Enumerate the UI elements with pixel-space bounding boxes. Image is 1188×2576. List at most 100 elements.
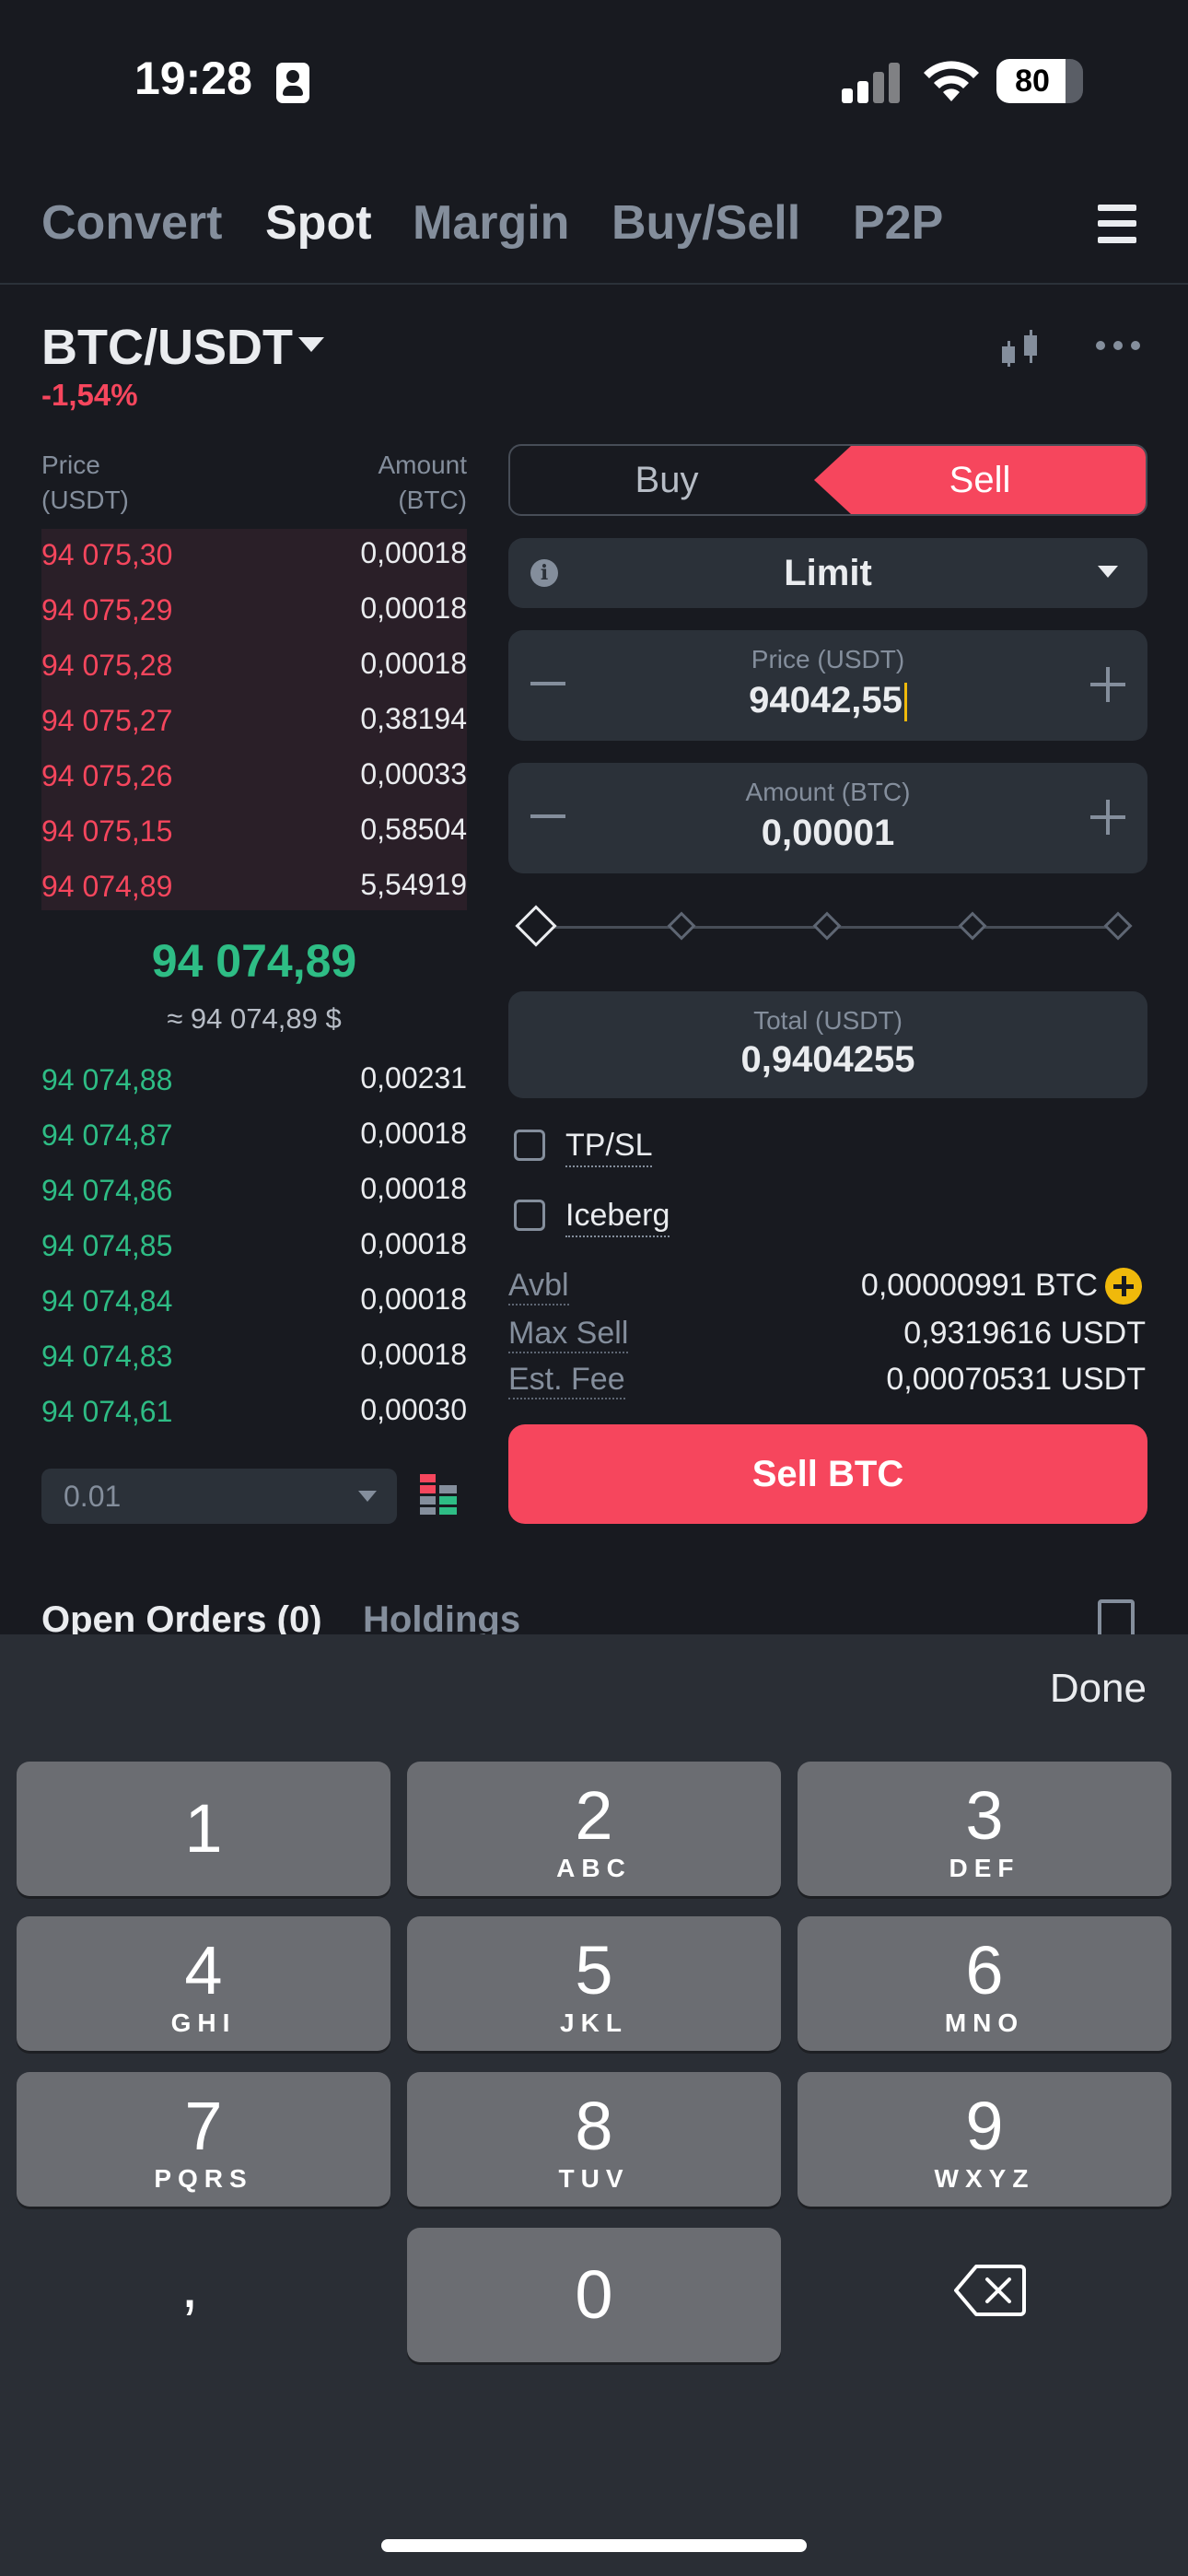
- plus-icon[interactable]: [1090, 800, 1125, 835]
- wifi-icon: [924, 61, 979, 101]
- order-type-select[interactable]: i Limit: [508, 538, 1147, 608]
- ask-amount: 0,00018: [360, 536, 467, 569]
- ask-row[interactable]: 94 074,89 5,54919: [41, 861, 467, 916]
- iceberg-label[interactable]: Iceberg: [565, 1198, 670, 1237]
- bid-amount: 0,00018: [360, 1117, 467, 1150]
- more-options-icon[interactable]: [1096, 341, 1140, 350]
- key-digit: 7: [184, 2088, 223, 2164]
- ask-amount: 0,58504: [360, 813, 467, 846]
- bid-amount: 0,00231: [360, 1061, 467, 1095]
- ask-amount: 0,00018: [360, 591, 467, 625]
- backspace-icon[interactable]: [954, 2263, 1026, 2318]
- price-input[interactable]: Price (USDT) 94042,55: [508, 630, 1147, 741]
- price-label: Price (USDT): [751, 645, 905, 673]
- bid-row[interactable]: 94 074,88 0,00231: [41, 1054, 467, 1109]
- ask-row[interactable]: 94 075,27 0,38194: [41, 695, 467, 750]
- key-9[interactable]: 9 WXYZ: [798, 2072, 1171, 2207]
- slider-step-75[interactable]: [958, 911, 987, 941]
- sell-btc-button[interactable]: Sell BTC: [508, 1424, 1147, 1524]
- key-letters: GHI: [170, 2008, 237, 2037]
- slider-handle[interactable]: [515, 905, 557, 947]
- last-price-usd: ≈ 94 074,89 $: [167, 1002, 342, 1035]
- amount-column-header: Amount (BTC): [378, 451, 468, 514]
- key-digit: 5: [575, 1932, 613, 2008]
- bid-price: 94 074,84: [41, 1284, 173, 1317]
- price-value: 94042,55: [749, 680, 903, 720]
- key-5[interactable]: 5 JKL: [407, 1916, 781, 2051]
- key-4[interactable]: 4 GHI: [17, 1916, 390, 2051]
- avbl-value: 0,00000991 BTC: [860, 1268, 1098, 1303]
- ask-row[interactable]: 94 075,28 0,00018: [41, 639, 467, 695]
- key-digit: 0: [575, 2256, 613, 2333]
- tab-p2p[interactable]: P2P: [853, 195, 943, 251]
- key-letters: JKL: [560, 2008, 628, 2037]
- ask-price: 94 074,89: [41, 870, 173, 903]
- bid-row[interactable]: 94 074,83 0,00018: [41, 1330, 467, 1386]
- ask-row[interactable]: 94 075,30 0,00018: [41, 529, 467, 584]
- bid-row[interactable]: 94 074,61 0,00030: [41, 1386, 467, 1441]
- key-digit: 9: [965, 2088, 1004, 2164]
- tab-margin[interactable]: Margin: [413, 195, 569, 251]
- slider-step-100[interactable]: [1103, 911, 1133, 941]
- total-value: 0,9404255: [740, 1039, 915, 1080]
- nav-divider: [0, 283, 1188, 285]
- key-2[interactable]: 2 ABC: [407, 1762, 781, 1896]
- slider-step-50[interactable]: [812, 911, 842, 941]
- precision-select[interactable]: 0.01: [41, 1469, 397, 1524]
- ask-price: 94 075,29: [41, 593, 173, 626]
- key-comma[interactable]: ,: [98, 2248, 282, 2322]
- ask-row[interactable]: 94 075,29 0,00018: [41, 584, 467, 639]
- tab-buy-sell[interactable]: Buy/Sell: [611, 195, 800, 251]
- pair-selector[interactable]: BTC/USDT: [41, 319, 293, 376]
- contact-card-icon: [276, 63, 309, 103]
- total-input[interactable]: Total (USDT) 0,9404255: [508, 991, 1147, 1098]
- key-digit: 1: [184, 1790, 223, 1867]
- max-sell-value: 0,9319616 USDT: [903, 1316, 1146, 1351]
- bid-amount: 0,00030: [360, 1393, 467, 1426]
- ask-row[interactable]: 94 075,15 0,58504: [41, 805, 467, 861]
- price-column-header: Price (USDT): [41, 451, 129, 514]
- plus-icon[interactable]: [1090, 667, 1125, 702]
- last-price: 94 074,89: [151, 935, 357, 987]
- bid-row[interactable]: 94 074,87 0,00018: [41, 1109, 467, 1165]
- bid-row[interactable]: 94 074,84 0,00018: [41, 1275, 467, 1330]
- sell-tab[interactable]: Sell: [814, 446, 1146, 514]
- ask-price: 94 075,28: [41, 649, 173, 682]
- home-indicator[interactable]: [381, 2539, 807, 2552]
- buy-tab[interactable]: Buy: [510, 446, 823, 514]
- hamburger-menu-icon[interactable]: [1098, 205, 1136, 243]
- price-change: -1,54%: [41, 378, 138, 412]
- key-7[interactable]: 7 PQRS: [17, 2072, 390, 2207]
- tab-convert[interactable]: Convert: [41, 195, 222, 251]
- bid-row[interactable]: 94 074,86 0,00018: [41, 1165, 467, 1220]
- key-6[interactable]: 6 MNO: [798, 1916, 1171, 2051]
- chevron-down-icon: [358, 1491, 377, 1502]
- iceberg-checkbox[interactable]: [514, 1200, 545, 1231]
- bid-row[interactable]: 94 074,85 0,00018: [41, 1220, 467, 1275]
- key-3[interactable]: 3 DEF: [798, 1762, 1171, 1896]
- bid-price: 94 074,83: [41, 1340, 173, 1373]
- slider-step-25[interactable]: [667, 911, 696, 941]
- key-letters: MNO: [944, 2008, 1025, 2037]
- est-fee-label: Est. Fee: [508, 1362, 625, 1399]
- tpsl-checkbox[interactable]: [514, 1130, 545, 1161]
- tpsl-label[interactable]: TP/SL: [565, 1128, 653, 1167]
- add-funds-icon[interactable]: [1105, 1268, 1142, 1305]
- key-1[interactable]: 1: [17, 1762, 390, 1896]
- tab-spot[interactable]: Spot: [265, 195, 372, 251]
- orderbook-layout-icon[interactable]: [420, 1474, 457, 1515]
- amount-input[interactable]: Amount (BTC) 0,00001: [508, 763, 1147, 873]
- key-digit: 4: [184, 1932, 223, 2008]
- ask-row[interactable]: 94 075,26 0,00033: [41, 750, 467, 805]
- key-0[interactable]: 0: [407, 2228, 781, 2362]
- key-letters: DEF: [949, 1854, 1020, 1882]
- key-digit: 6: [965, 1932, 1004, 2008]
- key-8[interactable]: 8 TUV: [407, 2072, 781, 2207]
- ask-amount: 0,00033: [360, 757, 467, 790]
- ask-amount: 0,38194: [360, 702, 467, 735]
- cellular-signal-icon: [842, 63, 901, 103]
- candlestick-chart-icon[interactable]: [998, 330, 1048, 367]
- caret-down-icon[interactable]: [298, 337, 324, 352]
- done-button[interactable]: Done: [1050, 1666, 1147, 1712]
- battery-level: 80: [1015, 64, 1050, 99]
